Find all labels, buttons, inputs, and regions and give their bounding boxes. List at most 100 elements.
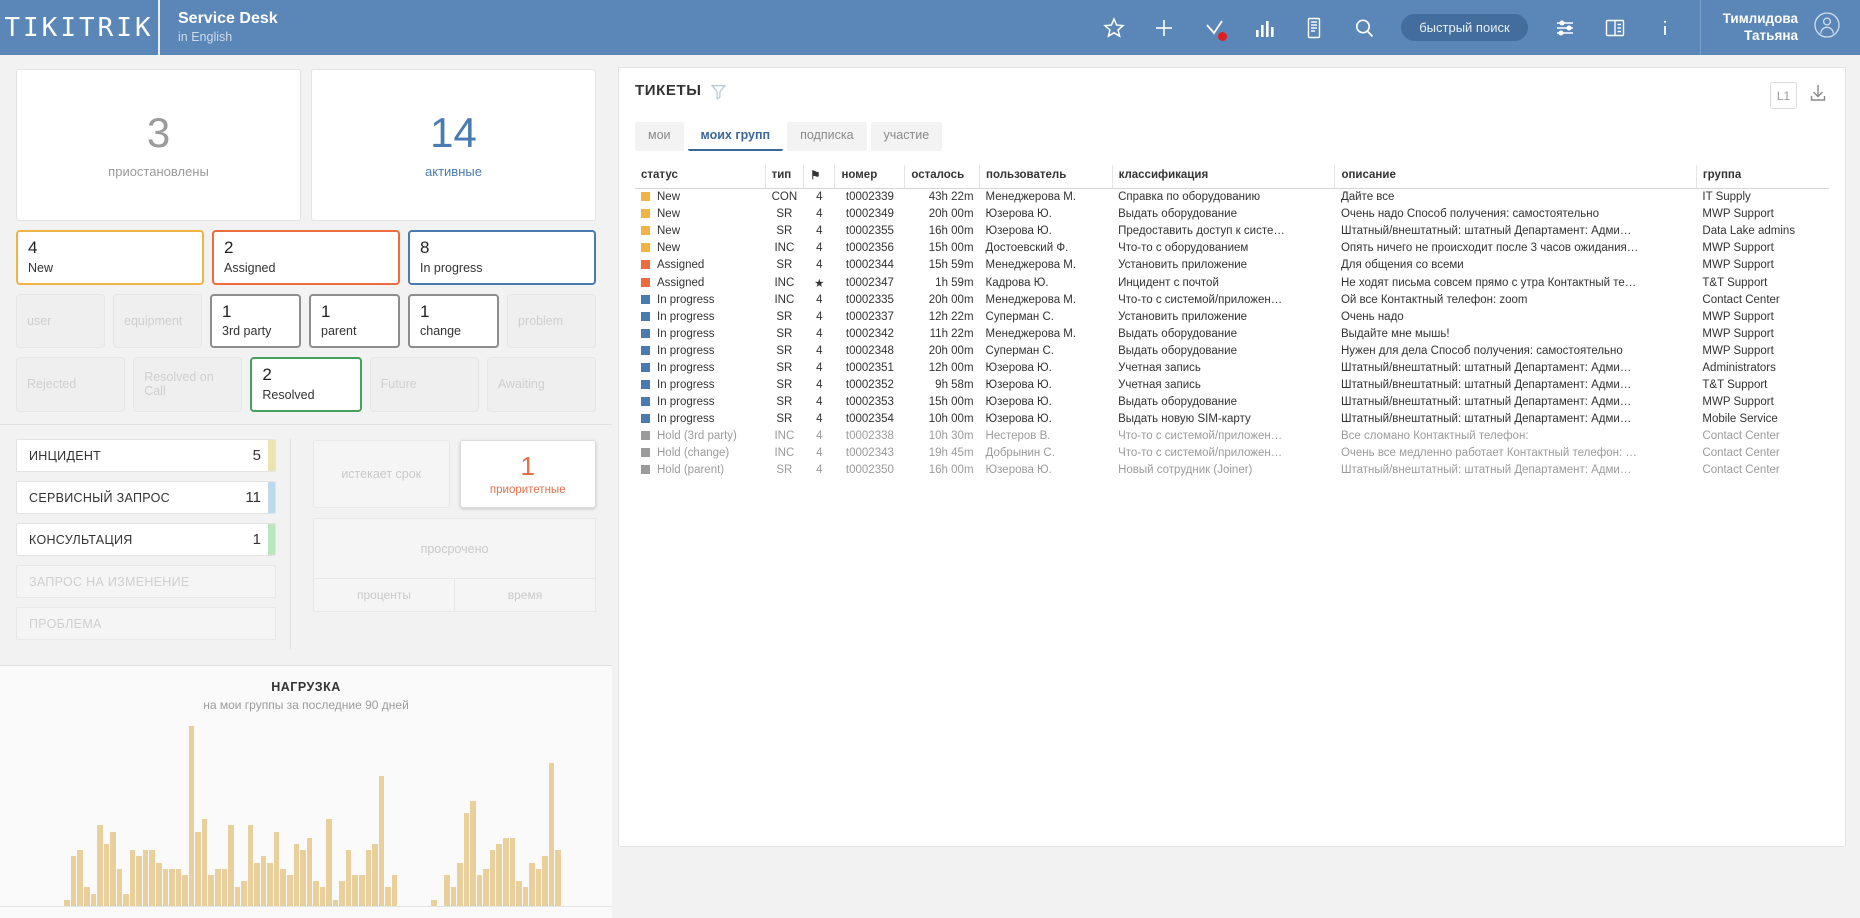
cell-status: In progress	[635, 343, 765, 360]
status-swatch-icon	[641, 397, 650, 406]
overdue-label[interactable]: просрочено	[313, 518, 596, 579]
table-row[interactable]: In progress SR 4 t0002354 10h 00m Юзерова Ю. В…	[635, 411, 1829, 428]
cell-status: Assigned	[635, 257, 765, 274]
table-row[interactable]: In progress SR 4 t0002352 9h 58m Юзерова Ю. Уч…	[635, 377, 1829, 394]
status-box-3rd-party[interactable]: 1 3rd party	[210, 293, 301, 349]
tab-мои[interactable]: мои	[635, 122, 684, 151]
app-logo[interactable]: TIKITRIK	[0, 0, 160, 55]
priority-box[interactable]: 1 приоритетные	[459, 440, 596, 509]
status-swatch-icon	[641, 346, 650, 355]
status-box-rejected[interactable]: Rejected	[16, 357, 126, 413]
star-icon[interactable]	[1089, 0, 1139, 55]
check-icon[interactable]	[1189, 0, 1239, 55]
table-row[interactable]: Assigned INC ★ t0002347 1h 59m Кадрова Ю. Инци…	[635, 274, 1829, 292]
table-row[interactable]: In progress SR 4 t0002337 12h 22m Суперман С.…	[635, 309, 1829, 326]
notification-dot	[1218, 32, 1228, 41]
status-label: Assigned	[224, 260, 276, 275]
suspended-card[interactable]: 3 приостановлены	[16, 69, 301, 221]
cell-flag: 4	[816, 311, 823, 323]
status-box-awaiting[interactable]: Awaiting	[486, 357, 597, 413]
table-row[interactable]: In progress SR 4 t0002348 20h 00m Суперман С.…	[635, 343, 1829, 360]
user-menu[interactable]: Тимлидова Татьяна	[1699, 0, 1860, 55]
cell-classification: Что-то с системой/приложен…	[1118, 430, 1283, 442]
status-box-equipment[interactable]: equipment	[113, 293, 202, 349]
column-header[interactable]: группа	[1696, 165, 1829, 189]
table-row[interactable]: In progress SR 4 t0002353 15h 00m Юзерова Ю. В…	[635, 394, 1829, 411]
cell-type: INC	[774, 242, 795, 254]
status-box-in-progress[interactable]: 8 In progress	[408, 230, 596, 285]
status-box-assigned[interactable]: 2 Assigned	[212, 230, 400, 285]
column-header[interactable]: ⚑	[803, 165, 836, 189]
status-box-future[interactable]: Future	[369, 357, 479, 413]
table-row[interactable]: In progress SR 4 t0002342 11h 22m Менеджерова…	[635, 326, 1829, 343]
tab-подписка[interactable]: подписка	[787, 122, 867, 151]
avatar[interactable]	[1812, 10, 1842, 45]
category-item[interactable]: ПРОБЛЕМА	[16, 607, 276, 641]
status-box-parent[interactable]: 1 parent	[309, 293, 400, 349]
cell-time-left: 9h 58m	[935, 379, 974, 391]
workload-bar	[234, 887, 241, 906]
table-row[interactable]: Hold (3rd party) INC 4 t0002338 10h 30m Несте…	[635, 428, 1829, 445]
column-header[interactable]: осталось	[904, 165, 981, 189]
workload-chart	[0, 726, 612, 918]
bar-chart-icon[interactable]	[1239, 0, 1289, 55]
document-icon[interactable]	[1289, 0, 1339, 55]
overdue-time-cell[interactable]: время	[455, 578, 596, 613]
status-box-resolved[interactable]: 2 Resolved	[250, 357, 362, 413]
status-box-problem[interactable]: problem	[507, 293, 596, 349]
level-badge[interactable]: L1	[1770, 82, 1797, 109]
expiring-box[interactable]: истекает срок	[313, 440, 450, 509]
table-row[interactable]: In progress SR 4 t0002351 12h 00m Юзерова Ю. У…	[635, 360, 1829, 377]
workload-bar	[529, 862, 535, 906]
table-row[interactable]: In progress INC 4 t0002335 20h 00m Менеджеров…	[635, 292, 1829, 309]
summary-cards: 3 приостановлены 14 активные	[16, 69, 596, 221]
cell-status: Assigned	[635, 274, 765, 292]
cell-description: Опять ничего не происходит после 3 часов…	[1340, 242, 1639, 254]
plus-icon[interactable]	[1139, 0, 1189, 55]
quick-search-button[interactable]: быстрый поиск	[1401, 14, 1528, 41]
download-icon[interactable]	[1807, 82, 1829, 109]
column-header[interactable]: статус	[635, 165, 766, 189]
workload-bar	[503, 837, 509, 906]
status-box-user[interactable]: user	[16, 293, 105, 349]
workload-chart-panel: НАГРУЗКА на мои группы за последние 90 д…	[0, 666, 612, 918]
active-card[interactable]: 14 активные	[311, 69, 596, 221]
cell-group: MWP Support	[1702, 396, 1774, 408]
table-row[interactable]: New SR 4 t0002349 20h 00m Юзерова Ю. Выдать об…	[635, 206, 1829, 223]
tab-участие[interactable]: участие	[870, 122, 943, 151]
active-label: активные	[425, 163, 482, 179]
table-row[interactable]: New SR 4 t0002355 16h 00m Юзерова Ю. Предостав…	[635, 223, 1829, 240]
column-header[interactable]: тип	[765, 165, 805, 189]
status-count: 1	[420, 301, 430, 321]
category-item[interactable]: КОНСУЛЬТАЦИЯ 1	[16, 523, 276, 557]
table-row[interactable]: New CON 4 t0002339 43h 22m Менеджерова М. Спра…	[635, 189, 1829, 206]
tab-моих-групп[interactable]: моих групп	[687, 122, 784, 151]
sliders-icon[interactable]	[1540, 0, 1590, 55]
column-header[interactable]: пользователь	[979, 165, 1113, 189]
column-header[interactable]: номер	[834, 165, 906, 189]
tickets-panel: ТИКЕТЫ L1 мои моих групп подписка участи…	[618, 67, 1846, 847]
cell-status: New	[635, 223, 765, 240]
user-lastname: Тимлидова	[1722, 10, 1798, 26]
table-row[interactable]: New INC 4 t0002356 15h 00m Достоевский Ф. Что-…	[635, 240, 1829, 257]
filter-icon[interactable]	[710, 84, 726, 105]
column-header[interactable]: описание	[1334, 165, 1697, 189]
column-header[interactable]: классификация	[1112, 165, 1336, 189]
table-row[interactable]: Hold (change) INC 4 t0002343 19h 45m Добрынин…	[635, 445, 1829, 462]
status-box-resolved-on-call[interactable]: Resolved on Call	[133, 357, 243, 413]
category-item[interactable]: СЕРВИСНЫЙ ЗАПРОС 11	[16, 481, 276, 515]
table-row[interactable]: Assigned SR 4 t0002344 15h 59m Менеджерова М.…	[635, 257, 1829, 274]
search-icon[interactable]	[1339, 0, 1389, 55]
info-icon[interactable]	[1640, 0, 1690, 55]
status-box-new[interactable]: 4 New	[16, 230, 204, 285]
panel-layout-icon[interactable]	[1590, 0, 1640, 55]
overdue-percent-cell[interactable]: проценты	[313, 578, 455, 613]
cell-flag: 4	[816, 413, 823, 425]
status-label: Awaiting	[497, 377, 545, 392]
status-label: 3rd party	[222, 324, 272, 339]
category-item[interactable]: ИНЦИДЕНТ 5	[16, 439, 276, 473]
category-item[interactable]: ЗАПРОС НА ИЗМЕНЕНИЕ	[16, 565, 276, 599]
table-row[interactable]: Hold (parent) SR 4 t0002350 16h 00m Юзерова Ю…	[635, 462, 1829, 479]
cell-classification: Что-то с системой/приложен…	[1118, 447, 1283, 459]
status-box-change[interactable]: 1 change	[408, 293, 499, 349]
